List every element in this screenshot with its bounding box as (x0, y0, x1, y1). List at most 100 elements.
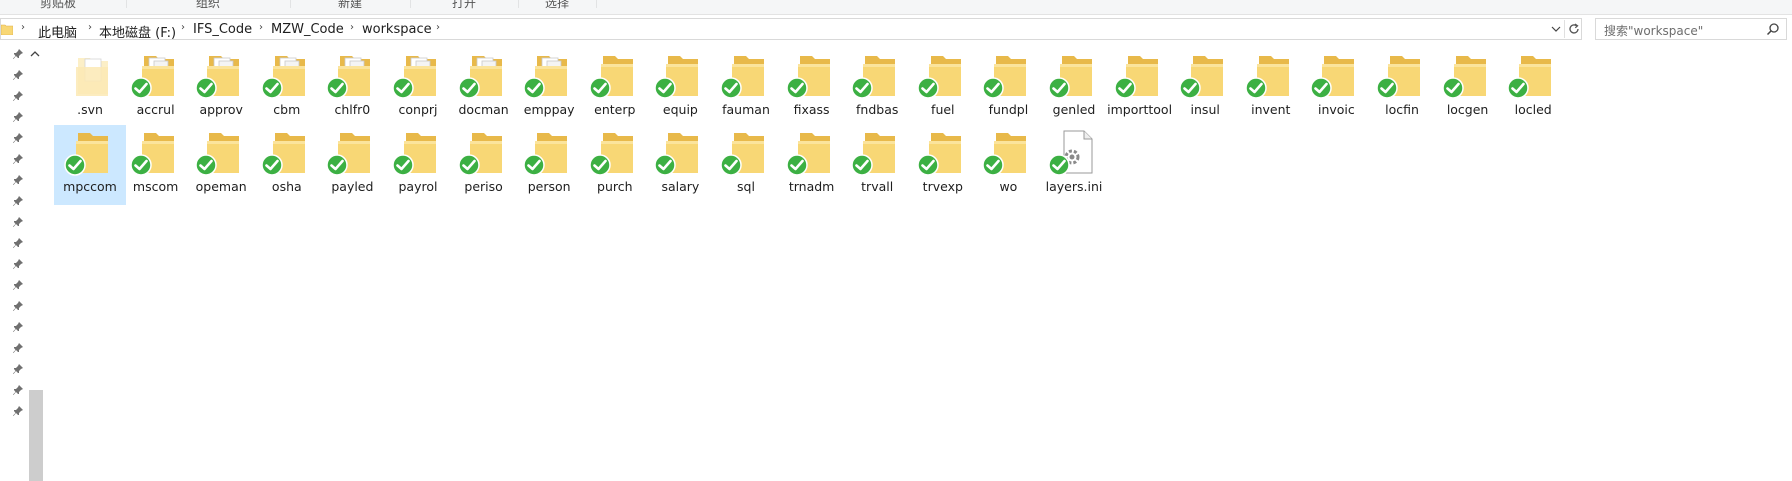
folder-item-wo[interactable]: wo (972, 125, 1044, 205)
folder-item-mpccom[interactable]: mpccom (54, 125, 126, 205)
folder-item-invoic[interactable]: invoic (1300, 48, 1372, 128)
folder-item-equip[interactable]: equip (644, 48, 716, 128)
folder-item-conprj[interactable]: conprj (382, 48, 454, 128)
breadcrumb-chevron-icon[interactable]: › (181, 22, 185, 33)
pin-icon[interactable] (12, 300, 26, 314)
folder-item-person[interactable]: person (513, 125, 585, 205)
folder-item-fundpl[interactable]: fundpl (972, 48, 1044, 128)
breadcrumb-chevron-icon[interactable]: › (350, 22, 354, 33)
folder-icon (326, 127, 378, 177)
folder-icon (1245, 50, 1297, 100)
pin-icon[interactable] (12, 195, 26, 209)
breadcrumb-mzw-code[interactable]: MZW_Code (271, 22, 344, 37)
pin-icon[interactable] (12, 279, 26, 293)
folder-item-purch[interactable]: purch (579, 125, 651, 205)
folder-icon (195, 50, 247, 100)
folder-item-sql[interactable]: sql (710, 125, 782, 205)
ribbon-group-select: 选择 (518, 0, 597, 10)
folder-item-enterp[interactable]: enterp (579, 48, 651, 128)
item-label: accrul (136, 102, 175, 117)
folder-item-approv[interactable]: approv (185, 48, 257, 128)
folder-icon (457, 50, 510, 100)
item-label: sql (737, 179, 755, 194)
folder-icon (457, 127, 510, 177)
chevron-down-icon[interactable] (1549, 21, 1563, 37)
breadcrumb-chevron-icon[interactable]: › (259, 22, 263, 33)
item-label: cbm (273, 102, 301, 117)
folder-item-opeman[interactable]: opeman (185, 125, 257, 205)
pin-icon[interactable] (12, 384, 26, 398)
pin-icon[interactable] (12, 237, 26, 251)
pin-icon[interactable] (12, 90, 26, 104)
pin-icon[interactable] (12, 174, 26, 188)
pin-icon[interactable] (12, 69, 26, 83)
folder-item-trvexp[interactable]: trvexp (907, 125, 979, 205)
pin-icon[interactable] (12, 363, 26, 377)
folder-item-svn[interactable]: .svn (54, 48, 126, 128)
pin-icon[interactable] (12, 258, 26, 272)
file-item-layers-ini[interactable]: layers.ini (1038, 125, 1110, 205)
folder-icon (1048, 50, 1100, 100)
breadcrumb-chevron-icon[interactable]: › (21, 22, 25, 33)
pin-icon[interactable] (12, 48, 26, 62)
breadcrumb-local-disk-f[interactable]: 本地磁盘 (F:) (99, 22, 176, 41)
pin-icon[interactable] (12, 153, 26, 167)
search-icon[interactable] (1766, 22, 1780, 36)
folder-item-locgen[interactable]: locgen (1432, 48, 1504, 128)
item-label: locled (1514, 102, 1552, 117)
folder-item-genled[interactable]: genled (1038, 48, 1110, 128)
folder-item-fixass[interactable]: fixass (776, 48, 848, 128)
folder-item-osha[interactable]: osha (251, 125, 323, 205)
item-label: importtool (1107, 102, 1173, 117)
folder-item-trvall[interactable]: trvall (841, 125, 913, 205)
folder-item-salary[interactable]: salary (644, 125, 716, 205)
folder-item-cbm[interactable]: cbm (251, 48, 323, 128)
nav-scrollbar[interactable] (29, 64, 43, 481)
item-label: .svn (77, 102, 103, 117)
folder-icon (129, 127, 182, 177)
pin-icon[interactable] (12, 216, 26, 230)
folder-item-fndbas[interactable]: fndbas (841, 48, 913, 128)
refresh-icon[interactable] (1564, 20, 1583, 38)
scroll-up-arrow-icon[interactable] (28, 50, 42, 62)
breadcrumb-chevron-icon[interactable]: › (88, 22, 92, 33)
item-label: wo (999, 179, 1018, 194)
pin-icon[interactable] (12, 111, 26, 125)
pin-icon[interactable] (12, 321, 26, 335)
folder-icon (195, 127, 247, 177)
breadcrumb-this-pc[interactable]: 此电脑 (38, 22, 77, 41)
folder-icon (851, 127, 903, 177)
folder-item-trnadm[interactable]: trnadm (776, 125, 848, 205)
folder-item-importtool[interactable]: importtool (1104, 48, 1176, 128)
folder-item-locled[interactable]: locled (1497, 48, 1569, 128)
folder-item-accrul[interactable]: accrul (120, 48, 192, 128)
folder-item-chlfr0[interactable]: chlfr0 (316, 48, 388, 128)
breadcrumb-workspace[interactable]: workspace (362, 22, 432, 37)
folder-item-docman[interactable]: docman (448, 48, 520, 128)
folder-icon (917, 50, 969, 100)
scrollbar-thumb[interactable] (29, 390, 43, 481)
pin-icon[interactable] (12, 132, 26, 146)
folder-item-mscom[interactable]: mscom (120, 125, 192, 205)
folder-item-fauman[interactable]: fauman (710, 48, 782, 128)
folder-item-locfin[interactable]: locfin (1366, 48, 1438, 128)
folder-item-payled[interactable]: payled (316, 125, 388, 205)
folder-item-fuel[interactable]: fuel (907, 48, 979, 128)
folder-item-insul[interactable]: insul (1169, 48, 1241, 128)
pin-icon[interactable] (12, 342, 26, 356)
item-label: osha (271, 179, 302, 194)
folder-icon (392, 127, 444, 177)
pin-icon[interactable] (12, 405, 26, 419)
folder-item-invent[interactable]: invent (1235, 48, 1307, 128)
folder-item-periso[interactable]: periso (448, 125, 520, 205)
folder-icon (654, 127, 706, 177)
search-input[interactable]: 搜索"workspace" (1595, 18, 1787, 40)
item-label: emppay (523, 102, 575, 117)
item-label: locfin (1385, 102, 1419, 117)
folder-item-emppay[interactable]: emppay (513, 48, 585, 128)
breadcrumb-chevron-icon[interactable]: › (436, 22, 440, 33)
address-bar[interactable]: › 此电脑 › 本地磁盘 (F:) › IFS_Code › MZW_Code … (0, 18, 1583, 41)
item-label: trnadm (788, 179, 835, 194)
folder-item-payrol[interactable]: payrol (382, 125, 454, 205)
breadcrumb-ifs-code[interactable]: IFS_Code (193, 22, 252, 37)
